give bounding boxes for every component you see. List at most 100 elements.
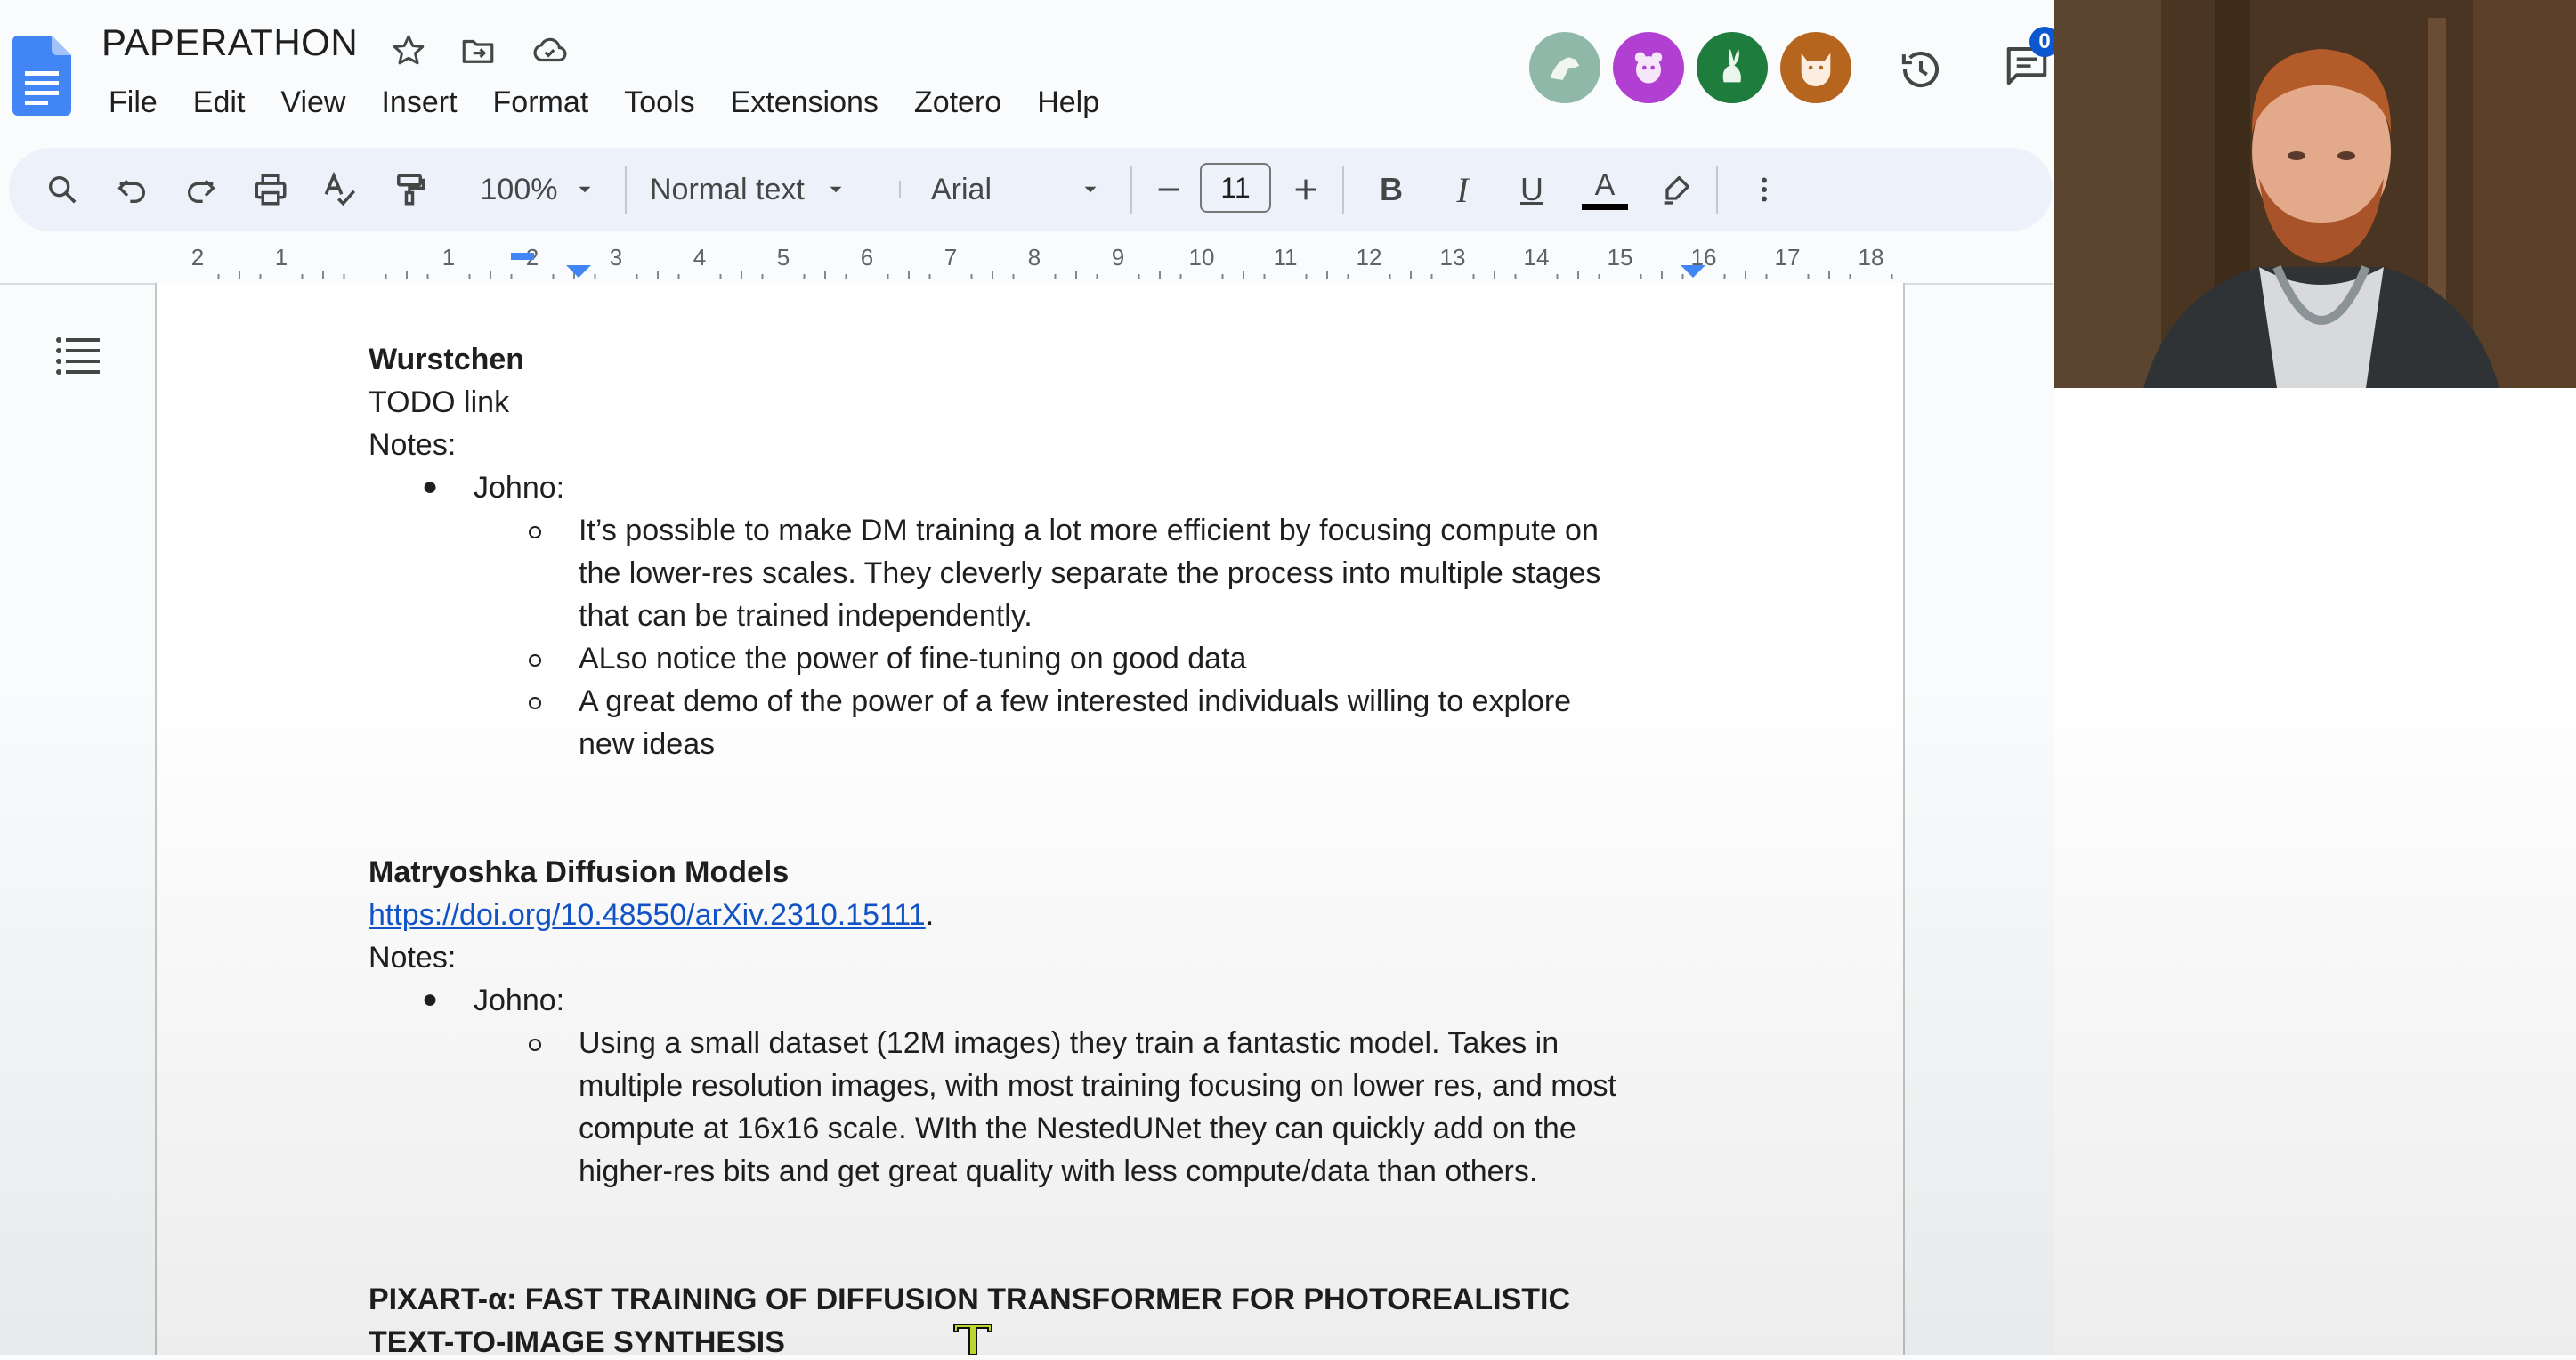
- note-point-line: ALso notice the power of fine-tuning on …: [579, 642, 1247, 676]
- underline-button[interactable]: U: [1501, 148, 1563, 231]
- font-select[interactable]: Arial: [931, 148, 1122, 231]
- toolbar-divider: [1716, 166, 1718, 214]
- redo-button[interactable]: [174, 148, 228, 231]
- undo-button[interactable]: [105, 148, 158, 231]
- italic-button[interactable]: I: [1431, 148, 1494, 231]
- section-heading-wurstchen: Wurstchen: [369, 343, 525, 376]
- section-heading-matryoshka: Matryoshka Diffusion Models: [369, 855, 790, 889]
- ruler-label: 11: [1274, 244, 1298, 271]
- underline-icon: U: [1520, 171, 1543, 207]
- ruler-label: 9: [1112, 244, 1124, 271]
- toolbar-divider: [1130, 166, 1132, 214]
- paragraph-style-select[interactable]: Normal text: [650, 148, 895, 231]
- move-to-folder-icon[interactable]: [456, 28, 500, 73]
- note-point-line: new ideas: [579, 727, 716, 761]
- text-color-icon: A: [1594, 167, 1616, 202]
- bear-avatar-icon: [1634, 52, 1663, 84]
- note-point-line: It’s possible to make DM training a lot …: [579, 514, 1599, 547]
- comments-button[interactable]: 0: [2003, 27, 2060, 94]
- menu-help[interactable]: Help: [1019, 85, 1117, 120]
- ruler-label: 5: [777, 244, 790, 271]
- right-indent-marker[interactable]: [1681, 265, 1705, 278]
- print-button[interactable]: [244, 148, 297, 231]
- collaborator-avatar-rabbit[interactable]: [1697, 32, 1768, 103]
- document-title[interactable]: PAPERATHON: [101, 21, 358, 64]
- ruler-label: 1: [275, 244, 288, 271]
- highlight-color-button[interactable]: [1645, 148, 1707, 231]
- menu-bar: File Edit View Insert Format Tools Exten…: [91, 80, 1117, 125]
- minus-icon: [1158, 188, 1179, 191]
- note-author: Johno:: [474, 984, 565, 1017]
- menu-view[interactable]: View: [263, 85, 363, 120]
- cloud-saved-icon[interactable]: [527, 28, 571, 73]
- chevron-down-icon: [1084, 186, 1097, 193]
- menu-zotero[interactable]: Zotero: [896, 85, 1019, 120]
- star-icon[interactable]: [386, 28, 431, 73]
- ruler-label: 8: [1028, 244, 1041, 271]
- version-history-icon[interactable]: [1896, 45, 1946, 94]
- paint-format-button[interactable]: [383, 148, 436, 231]
- menu-format[interactable]: Format: [475, 85, 607, 120]
- menu-edit[interactable]: Edit: [175, 85, 263, 120]
- bullet-dot-icon: ●: [422, 984, 439, 1014]
- document-outline-icon[interactable]: [55, 336, 101, 376]
- ruler-label: 2: [191, 244, 204, 271]
- toolbar-divider: [625, 166, 627, 214]
- side-panel-blank: [2054, 388, 2576, 1355]
- ruler-label: 6: [861, 244, 873, 271]
- collaborator-avatar-cat[interactable]: [1780, 32, 1851, 103]
- note-point-line: compute at 16x16 scale. WIth the NestedU…: [579, 1112, 1576, 1145]
- webcam-overlay: [2054, 0, 2576, 388]
- link-suffix: .: [925, 898, 935, 932]
- font-size-input[interactable]: 11: [1200, 163, 1271, 213]
- text-color-swatch: [1582, 203, 1628, 210]
- left-indent-marker[interactable]: [566, 265, 591, 278]
- more-options-button[interactable]: [1738, 148, 1791, 231]
- font-value: Arial: [931, 172, 992, 206]
- spellcheck-icon: [324, 171, 356, 206]
- collaborator-avatar-dog[interactable]: [1529, 32, 1600, 103]
- paper-link-placeholder: TODO link: [369, 385, 510, 419]
- collaborator-avatar-bear[interactable]: [1613, 32, 1684, 103]
- menu-extensions[interactable]: Extensions: [713, 85, 896, 120]
- menu-insert[interactable]: Insert: [363, 85, 474, 120]
- rabbit-avatar-icon: [1722, 49, 1741, 83]
- first-line-indent-marker[interactable]: [511, 253, 534, 260]
- dog-avatar-icon: [1550, 57, 1580, 80]
- chevron-down-icon: [830, 186, 842, 193]
- section-heading-pixart: PIXART-α: FAST TRAINING OF DIFFUSION TRA…: [369, 1283, 1571, 1316]
- toolbar-divider: [1342, 166, 1344, 214]
- bold-button[interactable]: B: [1360, 148, 1422, 231]
- decrease-font-size-button[interactable]: [1146, 148, 1191, 231]
- menu-file[interactable]: File: [91, 85, 175, 120]
- sub-bullet-icon: [529, 1039, 541, 1051]
- note-author: Johno:: [474, 471, 565, 505]
- notes-label: Notes:: [369, 428, 457, 462]
- docs-logo-icon[interactable]: [12, 36, 71, 116]
- increase-font-size-button[interactable]: [1284, 148, 1328, 231]
- note-point-line: Using a small dataset (12M images) they …: [579, 1026, 1559, 1060]
- note-point-line: A great demo of the power of a few inter…: [579, 684, 1572, 718]
- ruler-label: 18: [1859, 244, 1884, 271]
- ruler-label: 10: [1189, 244, 1215, 271]
- note-point-line: the lower-res scales. They cleverly sepa…: [579, 556, 1601, 590]
- more-vert-icon: [1762, 177, 1767, 202]
- text-color-button[interactable]: A: [1574, 148, 1636, 231]
- paper-link[interactable]: https://doi.org/10.48550/arXiv.2310.1511…: [369, 898, 926, 932]
- bullet-dot-icon: ●: [422, 472, 439, 501]
- bold-icon: B: [1380, 171, 1403, 207]
- highlighter-icon: [1664, 176, 1689, 205]
- ruler-label: 7: [944, 244, 957, 271]
- zoom-select[interactable]: 100%: [463, 148, 614, 231]
- chevron-down-icon: [579, 186, 591, 193]
- redo-icon: [188, 179, 215, 203]
- spelling-check-button[interactable]: [313, 148, 367, 231]
- menu-tools[interactable]: Tools: [606, 85, 712, 120]
- horizontal-ruler[interactable]: 21123456789101112131415161718: [157, 240, 1903, 283]
- ruler-label: 3: [610, 244, 622, 271]
- search-menus-button[interactable]: [36, 148, 89, 231]
- ruler-label: 4: [693, 244, 706, 271]
- plus-icon: [1295, 179, 1316, 200]
- note-point-line: higher-res bits and get great quality wi…: [579, 1154, 1538, 1188]
- notes-label: Notes:: [369, 941, 457, 975]
